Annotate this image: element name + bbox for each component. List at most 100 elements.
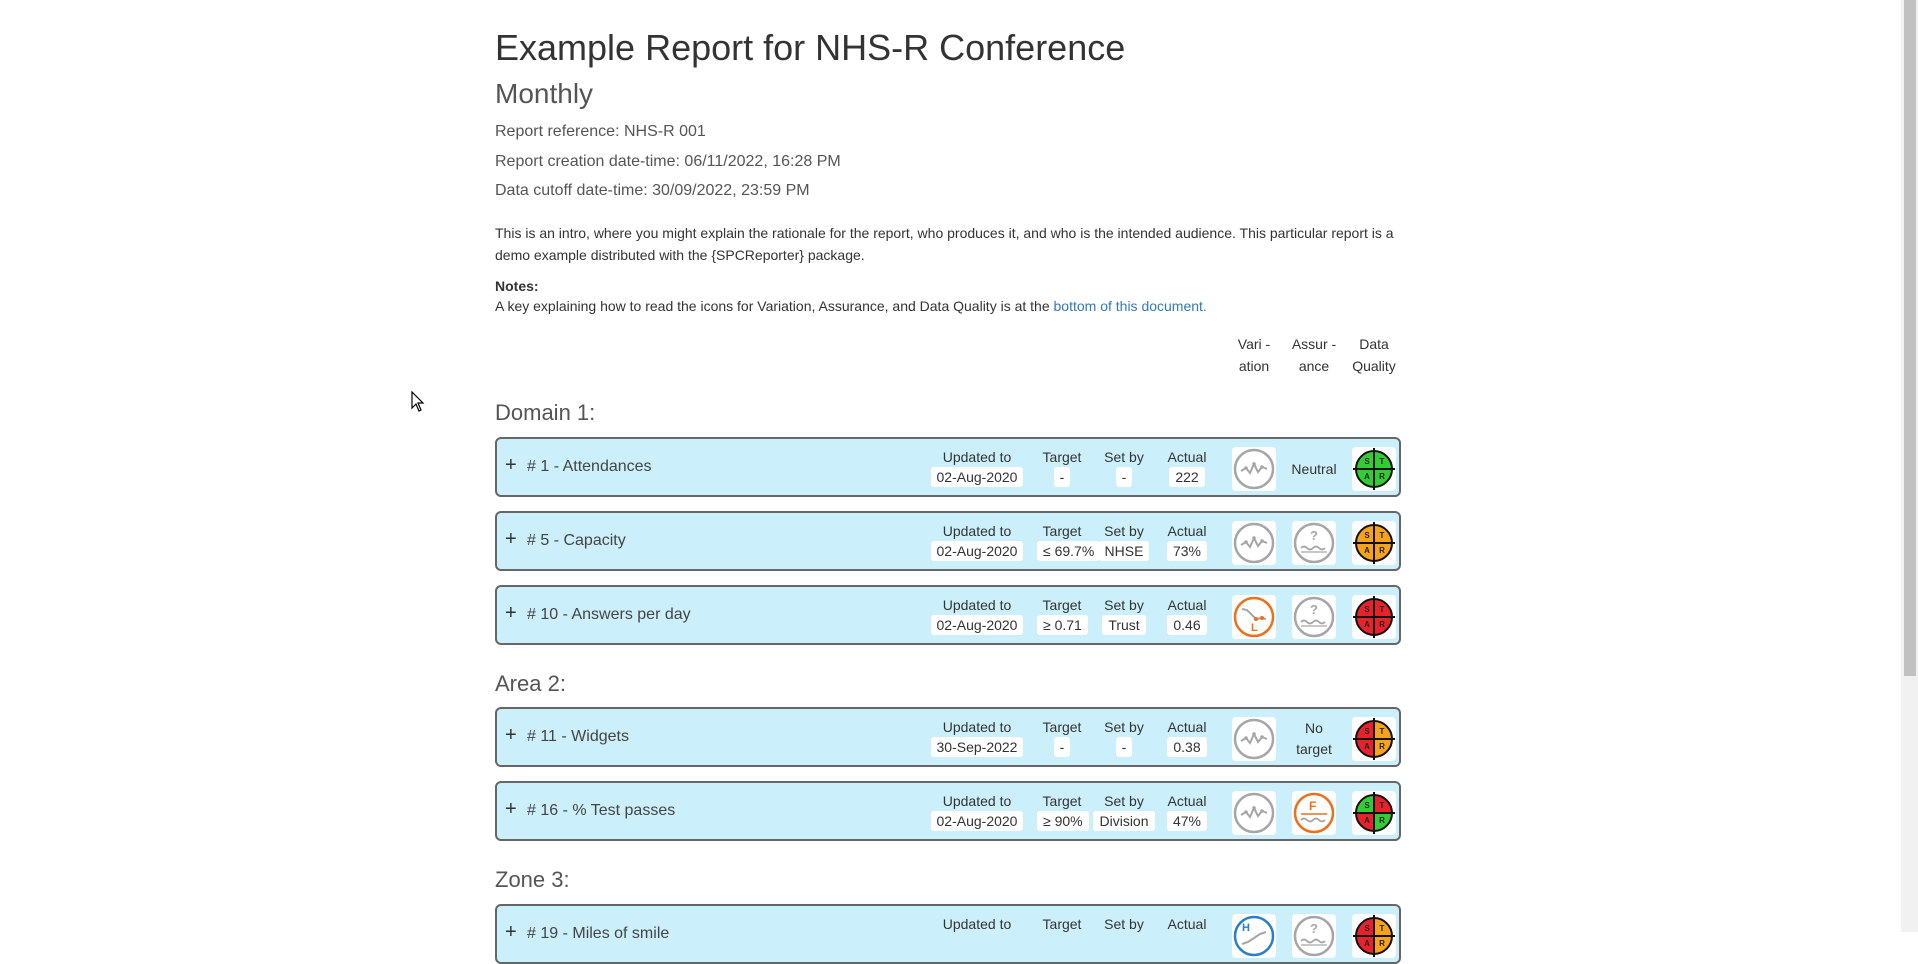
data-cutoff-datetime: Data cutoff date-time: 30/09/2022, 23:59… <box>495 182 810 199</box>
svg-text:T: T <box>1380 531 1385 540</box>
measure-card[interactable]: + # 11 - Widgets Updated to 30-Sep-2022 … <box>495 707 1401 767</box>
expand-toggle[interactable]: + <box>505 528 517 551</box>
updated-value: 02-Aug-2020 <box>930 467 1024 487</box>
improvement-high-icon: H <box>1232 914 1276 958</box>
column-header-assurance: Assur - ance <box>1291 336 1337 374</box>
updated-value: 02-Aug-2020 <box>930 541 1024 561</box>
measure-title[interactable]: # 10 - Answers per day <box>527 606 691 624</box>
svg-text:S: S <box>1364 727 1370 736</box>
common-cause-icon <box>1232 447 1276 491</box>
svg-text:R: R <box>1379 472 1385 481</box>
measure-card[interactable]: + # 16 - % Test passes Updated to 02-Aug… <box>495 781 1401 841</box>
measure-card[interactable]: + # 19 - Miles of smile Updated to Targe… <box>495 904 1401 964</box>
measure-title[interactable]: # 5 - Capacity <box>527 532 626 550</box>
set-by-field: Set by - <box>1093 717 1155 757</box>
svg-text:F: F <box>1309 799 1316 813</box>
updated-field: Updated to 02-Aug-2020 <box>927 595 1027 635</box>
scrollbar[interactable] <box>1901 0 1918 932</box>
actual-label: Actual <box>1167 793 1207 809</box>
updated-label: Updated to <box>942 449 1012 465</box>
actual-field: Actual <box>1161 914 1213 934</box>
measure-title[interactable]: # 19 - Miles of smile <box>527 925 669 943</box>
updated-value: 02-Aug-2020 <box>930 615 1024 635</box>
data-quality-star-icon: STAR <box>1352 595 1396 639</box>
target-label: Target <box>1042 793 1082 809</box>
updated-field: Updated to <box>927 914 1027 934</box>
set-by-label: Set by <box>1104 793 1144 809</box>
inconsistent-icon: ? <box>1292 914 1336 958</box>
updated-field: Updated to 02-Aug-2020 <box>927 521 1027 561</box>
svg-text:T: T <box>1380 605 1385 614</box>
fail-icon: F <box>1292 791 1336 835</box>
set-by-field: Set by - <box>1093 447 1155 487</box>
target-label: Target <box>1042 916 1082 932</box>
updated-label: Updated to <box>942 523 1012 539</box>
actual-label: Actual <box>1167 523 1207 539</box>
target-value: ≤ 69.7% <box>1037 541 1101 561</box>
target-field: Target - <box>1037 447 1087 487</box>
notes-body: A key explaining how to read the icons f… <box>495 298 1054 314</box>
updated-label: Updated to <box>942 719 1012 735</box>
measure-card[interactable]: + # 5 - Capacity Updated to 02-Aug-2020 … <box>495 511 1401 571</box>
data-quality-star-icon: STAR <box>1352 447 1396 491</box>
data-quality-star-icon: STAR <box>1352 521 1396 565</box>
expand-toggle[interactable]: + <box>505 724 517 747</box>
set-by-value: - <box>1115 467 1133 487</box>
actual-value: 0.46 <box>1167 615 1207 635</box>
actual-field: Actual 222 <box>1161 447 1213 487</box>
measure-card[interactable]: + # 1 - Attendances Updated to 02-Aug-20… <box>495 437 1401 497</box>
expand-toggle[interactable]: + <box>505 602 517 625</box>
set-by-label: Set by <box>1104 719 1144 735</box>
set-by-field: Set by <box>1093 914 1155 934</box>
svg-text:S: S <box>1364 457 1370 466</box>
svg-text:R: R <box>1379 546 1385 555</box>
measure-title[interactable]: # 16 - % Test passes <box>527 802 675 820</box>
report-reference: Report reference: NHS-R 001 <box>495 123 706 140</box>
scrollbar-thumb[interactable] <box>1904 0 1916 676</box>
actual-field: Actual 0.38 <box>1161 717 1213 757</box>
actual-field: Actual 47% <box>1161 791 1213 831</box>
data-quality-star-icon: STAR <box>1352 914 1396 958</box>
actual-field: Actual 0.46 <box>1161 595 1213 635</box>
target-value: - <box>1053 467 1071 487</box>
set-by-label: Set by <box>1104 449 1144 465</box>
expand-toggle[interactable]: + <box>505 798 517 821</box>
measure-title[interactable]: # 1 - Attendances <box>527 458 652 476</box>
svg-text:A: A <box>1364 816 1370 825</box>
target-value: ≥ 90% <box>1037 811 1089 831</box>
target-label: Target <box>1042 719 1082 735</box>
svg-text:S: S <box>1364 531 1370 540</box>
target-field: Target - <box>1037 717 1087 757</box>
key-link[interactable]: bottom of this document. <box>1054 298 1207 314</box>
svg-text:?: ? <box>1310 921 1318 936</box>
updated-label: Updated to <box>942 916 1012 932</box>
updated-value: 02-Aug-2020 <box>930 811 1024 831</box>
svg-text:S: S <box>1364 801 1370 810</box>
notes-text: A key explaining how to read the icons f… <box>495 298 1207 314</box>
updated-label: Updated to <box>942 793 1012 809</box>
inconsistent-icon: ? <box>1292 521 1336 565</box>
data-quality-star-icon: STAR <box>1352 717 1396 761</box>
svg-text:A: A <box>1364 472 1370 481</box>
page-subtitle: Monthly <box>495 78 594 109</box>
measure-title[interactable]: # 11 - Widgets <box>527 728 629 746</box>
expand-toggle[interactable]: + <box>505 921 517 944</box>
target-field: Target ≥ 0.71 <box>1037 595 1088 635</box>
updated-field: Updated to 02-Aug-2020 <box>927 447 1027 487</box>
common-cause-icon <box>1232 791 1276 835</box>
actual-label: Actual <box>1167 719 1207 735</box>
report-creation-datetime: Report creation date-time: 06/11/2022, 1… <box>495 153 841 170</box>
updated-label: Updated to <box>942 597 1012 613</box>
svg-text:T: T <box>1380 801 1385 810</box>
intro-paragraph: This is an intro, where you might explai… <box>495 225 1394 263</box>
updated-field: Updated to 02-Aug-2020 <box>927 791 1027 831</box>
measure-card[interactable]: + # 10 - Answers per day Updated to 02-A… <box>495 585 1401 645</box>
common-cause-icon <box>1232 521 1276 565</box>
svg-text:R: R <box>1379 816 1385 825</box>
target-field: Target <box>1037 914 1087 934</box>
target-field: Target ≥ 90% <box>1037 791 1089 831</box>
column-header-data-quality: Data Quality <box>1352 336 1396 374</box>
set-by-label: Set by <box>1104 916 1144 932</box>
expand-toggle[interactable]: + <box>505 454 517 477</box>
column-header-variation: Vari - ation <box>1237 336 1271 374</box>
